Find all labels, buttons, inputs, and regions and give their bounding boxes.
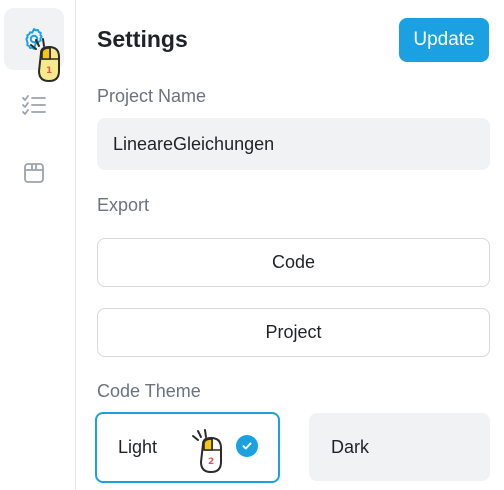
box-icon [24,163,44,183]
project-name-input[interactable]: LineareGleichungen [97,118,490,170]
svg-text:2: 2 [208,457,214,467]
theme-option-light[interactable]: Light 2 [95,412,280,483]
export-label: Export [97,195,150,215]
page-title: Settings [97,26,188,52]
sidebar-item-box[interactable] [4,142,64,204]
code-theme-label: Code Theme [97,381,201,401]
update-button[interactable]: Update [399,18,489,62]
mouse-click-icon: 1 [30,38,60,83]
theme-option-label: Dark [331,436,370,457]
export-project-button[interactable]: Project [97,308,490,357]
mouse-click-icon: 2 [192,429,222,474]
theme-option-dark[interactable]: Dark [309,413,490,481]
theme-option-label: Light [118,437,158,457]
checklist-icon [22,95,46,115]
settings-panel: Settings Update Project Name LineareGlei… [76,0,504,490]
svg-text:1: 1 [46,66,52,76]
project-name-label: Project Name [97,86,207,106]
sidebar: 1 [0,0,76,490]
check-icon [236,435,258,457]
export-code-button[interactable]: Code [97,238,490,287]
